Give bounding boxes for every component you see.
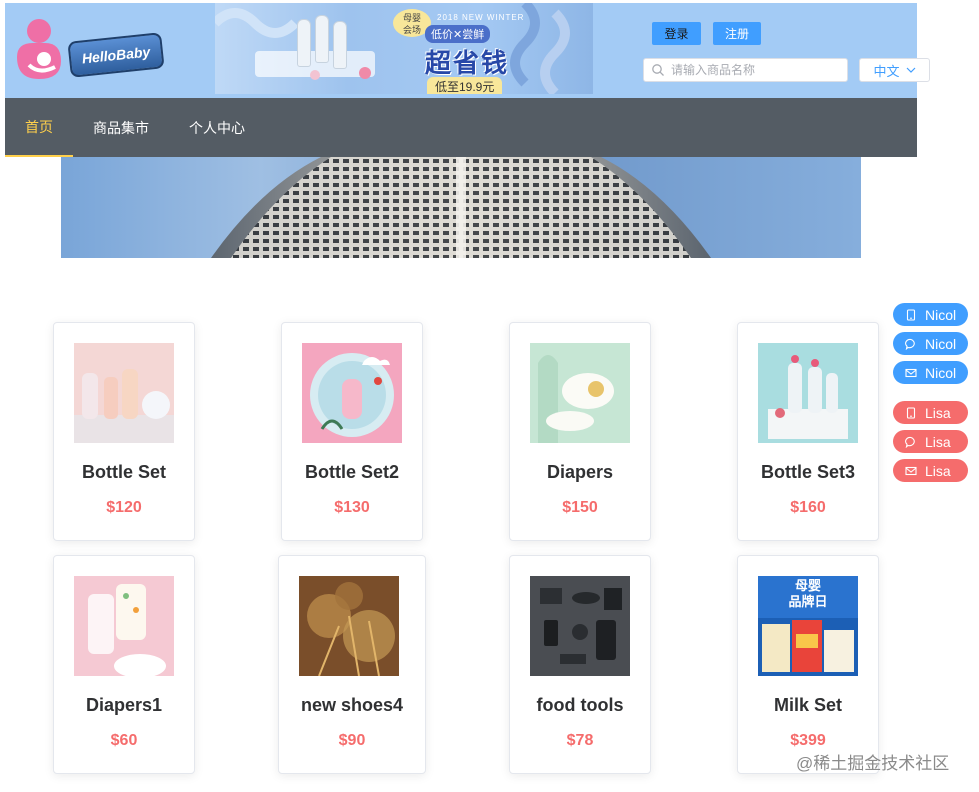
product-image — [299, 576, 399, 676]
phone-icon — [906, 406, 916, 419]
product-price: $78 — [566, 732, 594, 749]
product-name: Bottle Set — [81, 462, 166, 482]
product-image — [758, 343, 858, 443]
ad-bottle-3 — [333, 21, 347, 69]
nav-item-home[interactable]: 首页 — [5, 98, 73, 157]
contact-name: Lisa — [925, 404, 951, 421]
contact-nicol-phone[interactable]: Nicol — [893, 303, 968, 326]
contact-name: Nicol — [925, 364, 957, 381]
product-image: 母婴 品牌日 — [758, 576, 858, 676]
product-image — [302, 343, 402, 443]
language-select[interactable]: 中文 — [859, 58, 930, 82]
chevron-down-icon — [906, 67, 915, 73]
register-button[interactable]: 注册 — [713, 22, 761, 45]
product-image — [74, 343, 174, 443]
search-icon — [652, 64, 664, 76]
product-name: food tools — [536, 695, 624, 715]
product-price: $120 — [106, 499, 142, 516]
phone-icon — [906, 308, 916, 321]
product-card[interactable]: Diapers $150 — [509, 322, 651, 541]
contact-name: Lisa — [925, 462, 951, 479]
nav-item-profile[interactable]: 个人中心 — [169, 98, 265, 157]
product-price: $90 — [338, 732, 366, 749]
product-name: Milk Set — [773, 695, 843, 715]
product-image — [530, 343, 630, 443]
search-box[interactable] — [643, 58, 848, 82]
mail-icon — [905, 368, 917, 377]
product-price: $130 — [334, 499, 370, 516]
product-card[interactable]: Bottle Set2 $130 — [281, 322, 423, 541]
product-image — [74, 576, 174, 676]
ad-bottle-2 — [315, 15, 329, 63]
ad-bottle-1 — [297, 19, 311, 67]
building-facade-image — [211, 157, 711, 258]
ad-price-text: 低至19.9元 — [427, 77, 503, 94]
ad-line2: 低价✕尝鲜 — [425, 25, 491, 43]
product-card[interactable]: food tools $78 — [509, 555, 651, 774]
chat-icon — [905, 338, 915, 350]
logo-text: HelloBaby — [67, 32, 165, 78]
product-name: Bottle Set3 — [760, 462, 856, 482]
product-card[interactable]: Bottle Set $120 — [53, 322, 195, 541]
header: HelloBaby 母婴 会场 2018 NEW WINTER 低价✕尝鲜 超省… — [5, 3, 930, 98]
search-input[interactable] — [671, 63, 841, 77]
product-price: $60 — [110, 732, 138, 749]
mail-icon — [905, 466, 917, 475]
ad-subtitle: 2018 NEW WINTER — [437, 13, 525, 22]
contact-name: Nicol — [925, 335, 957, 352]
contact-lisa-mail[interactable]: Lisa — [893, 459, 968, 482]
product-price: $150 — [562, 499, 598, 516]
nav-item-market[interactable]: 商品集市 — [73, 98, 169, 157]
contact-lisa-phone[interactable]: Lisa — [893, 401, 968, 424]
ad-main-text: 超省钱 — [425, 48, 510, 78]
product-price: $399 — [790, 732, 826, 749]
product-card[interactable]: Diapers1 $60 — [53, 555, 195, 774]
login-button[interactable]: 登录 — [652, 22, 701, 45]
product-price: $160 — [790, 499, 826, 516]
watermark: @稀土掘金技术社区 — [796, 754, 950, 773]
header-ad-banner[interactable]: 母婴 会场 2018 NEW WINTER 低价✕尝鲜 超省钱 低至19.9元 — [215, 3, 593, 94]
contact-lisa-chat[interactable]: Lisa — [893, 430, 968, 453]
hero-banner-image[interactable] — [61, 157, 861, 258]
product-name: Bottle Set2 — [304, 462, 400, 482]
product-name: Diapers — [546, 462, 614, 482]
mother-baby-logo-icon — [17, 19, 61, 79]
product-image — [530, 576, 630, 676]
contact-nicol-mail[interactable]: Nicol — [893, 361, 968, 384]
product-card[interactable]: 母婴 品牌日 Milk Set $399 — [737, 555, 879, 774]
language-label: 中文 — [873, 63, 900, 79]
contact-nicol-chat[interactable]: Nicol — [893, 332, 968, 355]
logo[interactable]: HelloBaby — [11, 11, 165, 89]
main-nav: 首页 商品集市 个人中心 — [5, 98, 917, 157]
contact-name: Lisa — [925, 433, 951, 450]
product-name: Diapers1 — [85, 695, 163, 715]
product-card[interactable]: new shoes4 $90 — [278, 555, 426, 774]
product-name: new shoes4 — [300, 695, 404, 715]
contact-name: Nicol — [925, 306, 957, 323]
product-card[interactable]: Bottle Set3 $160 — [737, 322, 879, 541]
milk-thumb-text: 母婴 品牌日 — [788, 578, 828, 609]
chat-icon — [905, 436, 915, 448]
